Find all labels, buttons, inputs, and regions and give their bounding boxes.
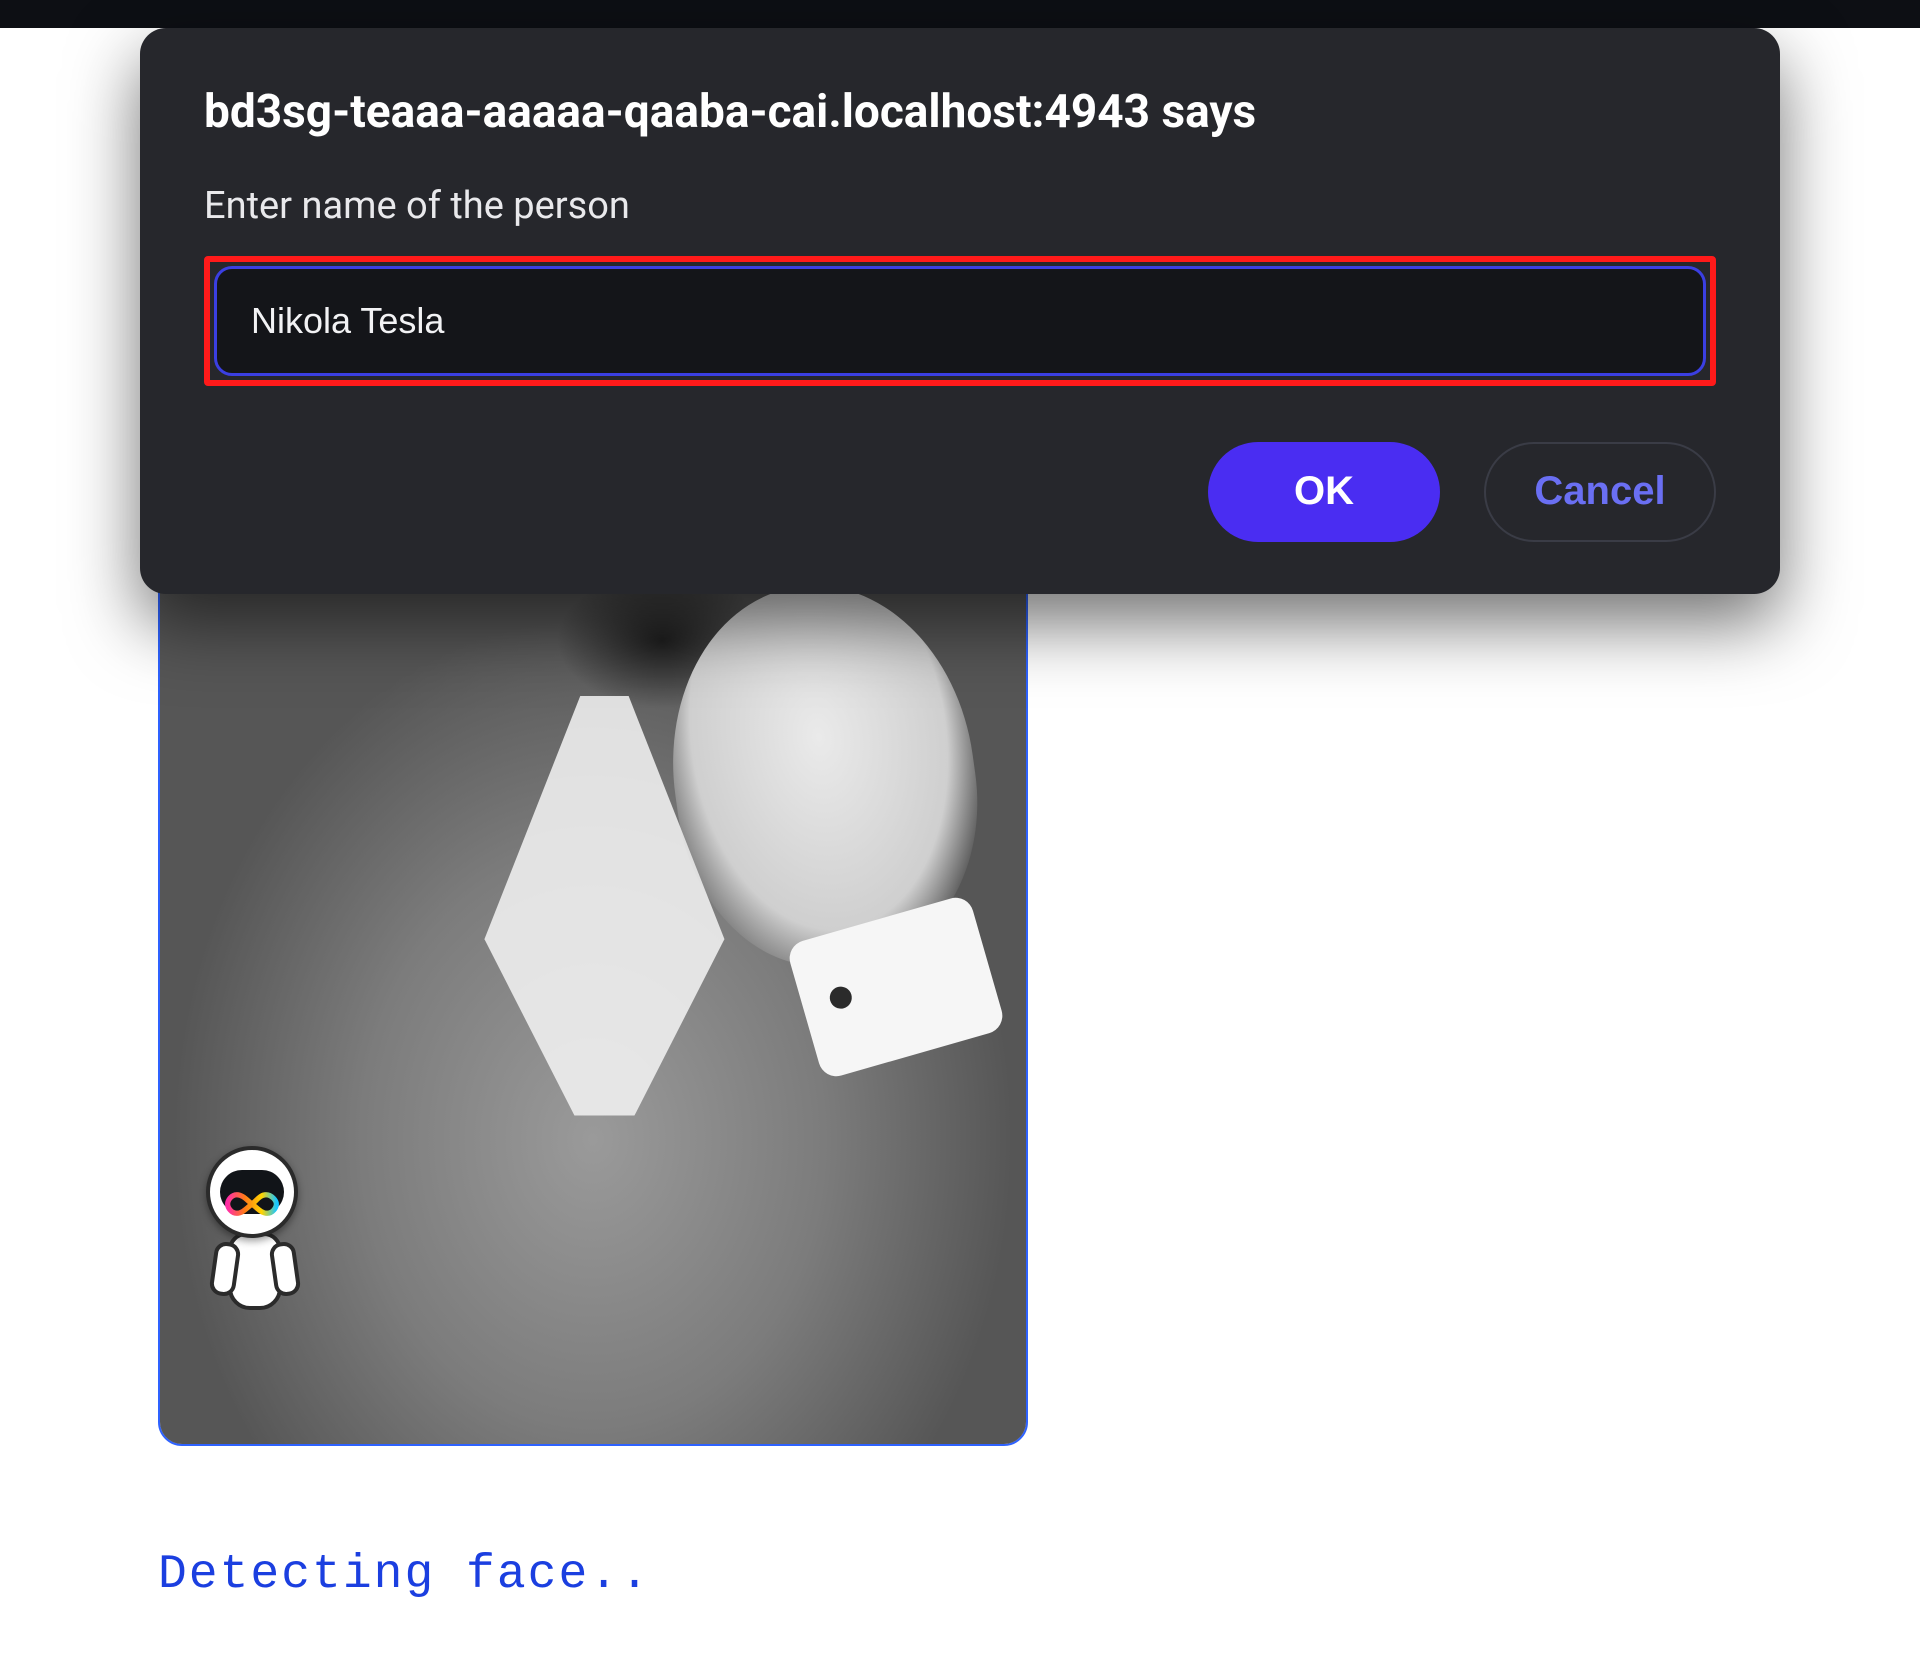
robot-head-icon bbox=[206, 1146, 298, 1238]
cancel-button[interactable]: Cancel bbox=[1484, 442, 1716, 542]
dialog-origin-line: bd3sg-teaaa-aaaaa-qaaba-cai.localhost:49… bbox=[204, 84, 1716, 142]
dialog-prompt-label: Enter name of the person bbox=[204, 184, 1716, 228]
robot-badge bbox=[198, 1146, 318, 1326]
input-highlight-box bbox=[204, 256, 1716, 386]
js-prompt-dialog: bd3sg-teaaa-aaaaa-qaaba-cai.localhost:49… bbox=[140, 28, 1780, 594]
infinity-icon bbox=[223, 1190, 281, 1218]
dialog-actions: OK Cancel bbox=[204, 442, 1716, 542]
ok-button[interactable]: OK bbox=[1208, 442, 1440, 542]
person-name-input[interactable] bbox=[214, 266, 1706, 376]
status-text: Detecting face.. bbox=[158, 1548, 651, 1602]
browser-top-bar bbox=[0, 0, 1920, 28]
robot-body-icon bbox=[228, 1232, 282, 1310]
